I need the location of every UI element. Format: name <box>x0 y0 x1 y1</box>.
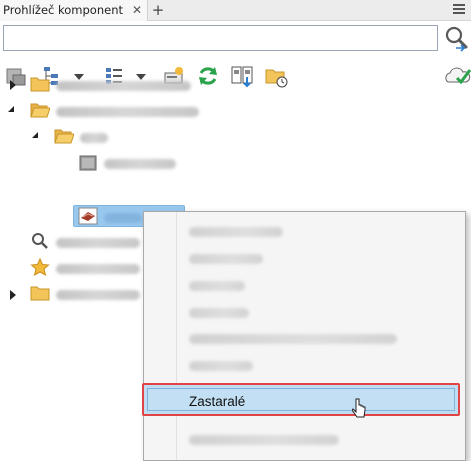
component-icon <box>78 154 98 172</box>
collapse-arrow-icon[interactable] <box>8 106 14 112</box>
mouse-pointer-icon <box>351 398 368 418</box>
menu-item-redacted[interactable] <box>189 308 249 318</box>
tree-item-label-redacted[interactable] <box>56 81 191 91</box>
menu-item-redacted[interactable] <box>189 281 245 291</box>
component-part-icon <box>78 207 98 225</box>
save-icon[interactable] <box>4 64 28 88</box>
folder-icon <box>30 284 50 302</box>
refresh-icon[interactable] <box>196 64 220 88</box>
tree-item-label-redacted[interactable] <box>56 290 140 300</box>
compare-icon[interactable] <box>230 64 254 88</box>
menu-item-redacted[interactable] <box>189 334 397 344</box>
tree-item-label-redacted[interactable] <box>56 264 140 274</box>
search-icon[interactable] <box>442 24 470 52</box>
panel-menu-icon[interactable] <box>453 4 465 16</box>
list-view-dropdown-icon[interactable] <box>136 74 146 80</box>
folder-icon <box>30 75 50 93</box>
menu-item-redacted[interactable] <box>189 435 339 445</box>
panel-tab-bar: Prohlížeč komponent ✕ + <box>0 0 471 21</box>
add-tab-icon[interactable]: + <box>150 0 166 21</box>
tab-title: Prohlížeč komponent <box>3 3 123 17</box>
search-icon <box>30 232 50 250</box>
tab-component-browser[interactable]: Prohlížeč komponent ✕ <box>0 0 148 21</box>
tree-view-dropdown-icon[interactable] <box>74 74 84 80</box>
folder-open-icon <box>30 101 51 119</box>
folder-open-icon <box>54 127 75 145</box>
expand-arrow-icon[interactable] <box>10 80 16 90</box>
menu-item-obsolete[interactable]: Zastaralé <box>142 383 460 416</box>
menu-item-redacted[interactable] <box>189 227 283 237</box>
menu-gutter <box>176 212 177 460</box>
context-menu <box>143 211 466 461</box>
tree-item-label-redacted[interactable] <box>104 159 176 169</box>
star-icon <box>30 257 50 276</box>
search-input[interactable] <box>3 25 438 51</box>
tree-item-label-redacted[interactable] <box>80 133 108 143</box>
menu-item-highlight: Zastaralé <box>147 388 455 411</box>
folder-clock-icon[interactable] <box>264 64 288 88</box>
tab-close-icon[interactable]: ✕ <box>132 0 142 21</box>
menu-item-redacted[interactable] <box>189 254 263 264</box>
menu-item-obsolete-label: Zastaralé <box>189 394 246 409</box>
tree-item-label-redacted[interactable] <box>56 107 199 117</box>
cloud-check-icon[interactable] <box>443 64 471 88</box>
tree-item-label-redacted[interactable] <box>104 213 142 223</box>
menu-item-redacted[interactable] <box>189 361 253 371</box>
expand-arrow-icon[interactable] <box>10 290 16 300</box>
collapse-arrow-icon[interactable] <box>32 132 38 138</box>
tree-item-label-redacted[interactable] <box>56 238 140 248</box>
